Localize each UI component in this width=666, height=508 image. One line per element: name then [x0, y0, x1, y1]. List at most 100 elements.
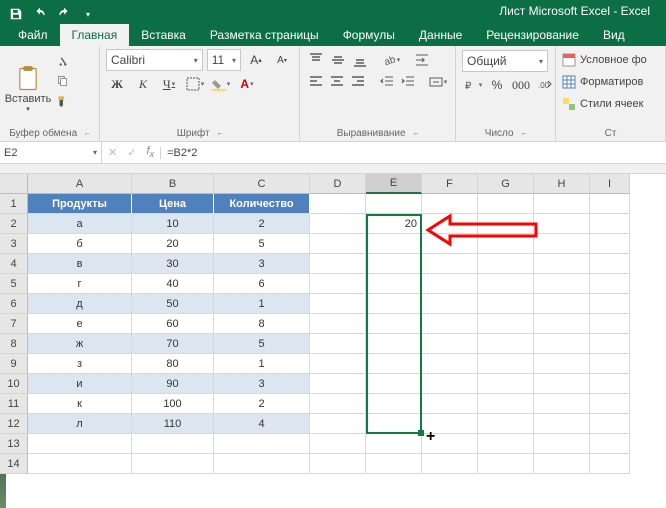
- cell-G11[interactable]: [478, 394, 534, 414]
- cell-I11[interactable]: [590, 394, 630, 414]
- underline-button[interactable]: Ч: [158, 73, 180, 95]
- cell-B9[interactable]: 80: [132, 354, 214, 374]
- cell-C7[interactable]: 8: [214, 314, 310, 334]
- cell-F11[interactable]: [422, 394, 478, 414]
- cell-D8[interactable]: [310, 334, 366, 354]
- cell-D7[interactable]: [310, 314, 366, 334]
- cell-B10[interactable]: 90: [132, 374, 214, 394]
- cell-C10[interactable]: 3: [214, 374, 310, 394]
- row-header-1[interactable]: 1: [0, 194, 28, 214]
- cell-F14[interactable]: [422, 454, 478, 474]
- cell-A1[interactable]: Продукты: [28, 194, 132, 214]
- spreadsheet-grid[interactable]: 1234567891011121314 ABCDEFGHI + Продукты…: [0, 174, 666, 474]
- cell-B11[interactable]: 100: [132, 394, 214, 414]
- number-format-combo[interactable]: Общий▾: [462, 50, 548, 72]
- cell-H14[interactable]: [534, 454, 590, 474]
- cell-H2[interactable]: [534, 214, 590, 234]
- cell-F5[interactable]: [422, 274, 478, 294]
- cell-F9[interactable]: [422, 354, 478, 374]
- format-painter-icon[interactable]: [52, 92, 74, 110]
- cell-H12[interactable]: [534, 414, 590, 434]
- wrap-text-icon[interactable]: [412, 50, 432, 70]
- italic-button[interactable]: К: [132, 73, 154, 95]
- cell-D9[interactable]: [310, 354, 366, 374]
- font-size-combo[interactable]: 11▾: [207, 49, 241, 71]
- cell-H9[interactable]: [534, 354, 590, 374]
- cell-B5[interactable]: 40: [132, 274, 214, 294]
- row-header-12[interactable]: 12: [0, 414, 28, 434]
- cell-F7[interactable]: [422, 314, 478, 334]
- cell-G9[interactable]: [478, 354, 534, 374]
- cell-C14[interactable]: [214, 454, 310, 474]
- col-header-D[interactable]: D: [310, 174, 366, 194]
- tab-data[interactable]: Данные: [407, 24, 474, 46]
- cell-B8[interactable]: 70: [132, 334, 214, 354]
- cell-H5[interactable]: [534, 274, 590, 294]
- cell-D5[interactable]: [310, 274, 366, 294]
- cell-I3[interactable]: [590, 234, 630, 254]
- cell-C3[interactable]: 5: [214, 234, 310, 254]
- col-header-E[interactable]: E: [366, 174, 422, 194]
- cell-I9[interactable]: [590, 354, 630, 374]
- cut-icon[interactable]: [52, 52, 74, 70]
- border-button[interactable]: [184, 73, 206, 95]
- col-header-G[interactable]: G: [478, 174, 534, 194]
- cell-A2[interactable]: а: [28, 214, 132, 234]
- row-header-6[interactable]: 6: [0, 294, 28, 314]
- cell-E8[interactable]: [366, 334, 422, 354]
- cell-E10[interactable]: [366, 374, 422, 394]
- cell-E3[interactable]: [366, 234, 422, 254]
- formula-bar[interactable]: =B2*2: [160, 147, 666, 159]
- font-name-combo[interactable]: Calibri▾: [106, 49, 203, 71]
- cell-H13[interactable]: [534, 434, 590, 454]
- cell-I2[interactable]: [590, 214, 630, 234]
- row-header-4[interactable]: 4: [0, 254, 28, 274]
- cell-A12[interactable]: л: [28, 414, 132, 434]
- cell-C11[interactable]: 2: [214, 394, 310, 414]
- cell-F8[interactable]: [422, 334, 478, 354]
- row-header-8[interactable]: 8: [0, 334, 28, 354]
- cell-I6[interactable]: [590, 294, 630, 314]
- cell-C8[interactable]: 5: [214, 334, 310, 354]
- cell-C13[interactable]: [214, 434, 310, 454]
- name-box[interactable]: E2 ▾: [0, 142, 102, 164]
- align-right-icon[interactable]: [348, 72, 367, 92]
- cell-D2[interactable]: [310, 214, 366, 234]
- cell-E2[interactable]: 20: [366, 214, 422, 234]
- format-as-table-button[interactable]: Форматиров: [562, 72, 659, 92]
- cell-B3[interactable]: 20: [132, 234, 214, 254]
- cell-D14[interactable]: [310, 454, 366, 474]
- cell-B6[interactable]: 50: [132, 294, 214, 314]
- cell-A11[interactable]: к: [28, 394, 132, 414]
- cell-I10[interactable]: [590, 374, 630, 394]
- cell-A6[interactable]: д: [28, 294, 132, 314]
- cell-E5[interactable]: [366, 274, 422, 294]
- cell-B2[interactable]: 10: [132, 214, 214, 234]
- decrease-font-icon[interactable]: A▾: [271, 49, 293, 71]
- row-header-7[interactable]: 7: [0, 314, 28, 334]
- cell-E7[interactable]: [366, 314, 422, 334]
- cell-H3[interactable]: [534, 234, 590, 254]
- accounting-format-icon[interactable]: ₽: [462, 74, 484, 96]
- cell-H7[interactable]: [534, 314, 590, 334]
- cell-G14[interactable]: [478, 454, 534, 474]
- select-all-corner[interactable]: [0, 174, 28, 194]
- copy-icon[interactable]: [52, 72, 74, 90]
- tab-file[interactable]: Файл: [6, 24, 60, 46]
- row-header-13[interactable]: 13: [0, 434, 28, 454]
- cell-H11[interactable]: [534, 394, 590, 414]
- cell-A3[interactable]: б: [28, 234, 132, 254]
- cell-C4[interactable]: 3: [214, 254, 310, 274]
- merge-center-icon[interactable]: [427, 72, 449, 92]
- row-header-11[interactable]: 11: [0, 394, 28, 414]
- align-bottom-icon[interactable]: [350, 50, 370, 70]
- cell-I14[interactable]: [590, 454, 630, 474]
- cell-G3[interactable]: [478, 234, 534, 254]
- cell-C12[interactable]: 4: [214, 414, 310, 434]
- cell-A14[interactable]: [28, 454, 132, 474]
- col-header-F[interactable]: F: [422, 174, 478, 194]
- conditional-formatting-button[interactable]: Условное фо: [562, 50, 659, 70]
- cell-A13[interactable]: [28, 434, 132, 454]
- tab-formulas[interactable]: Формулы: [331, 24, 407, 46]
- cell-G8[interactable]: [478, 334, 534, 354]
